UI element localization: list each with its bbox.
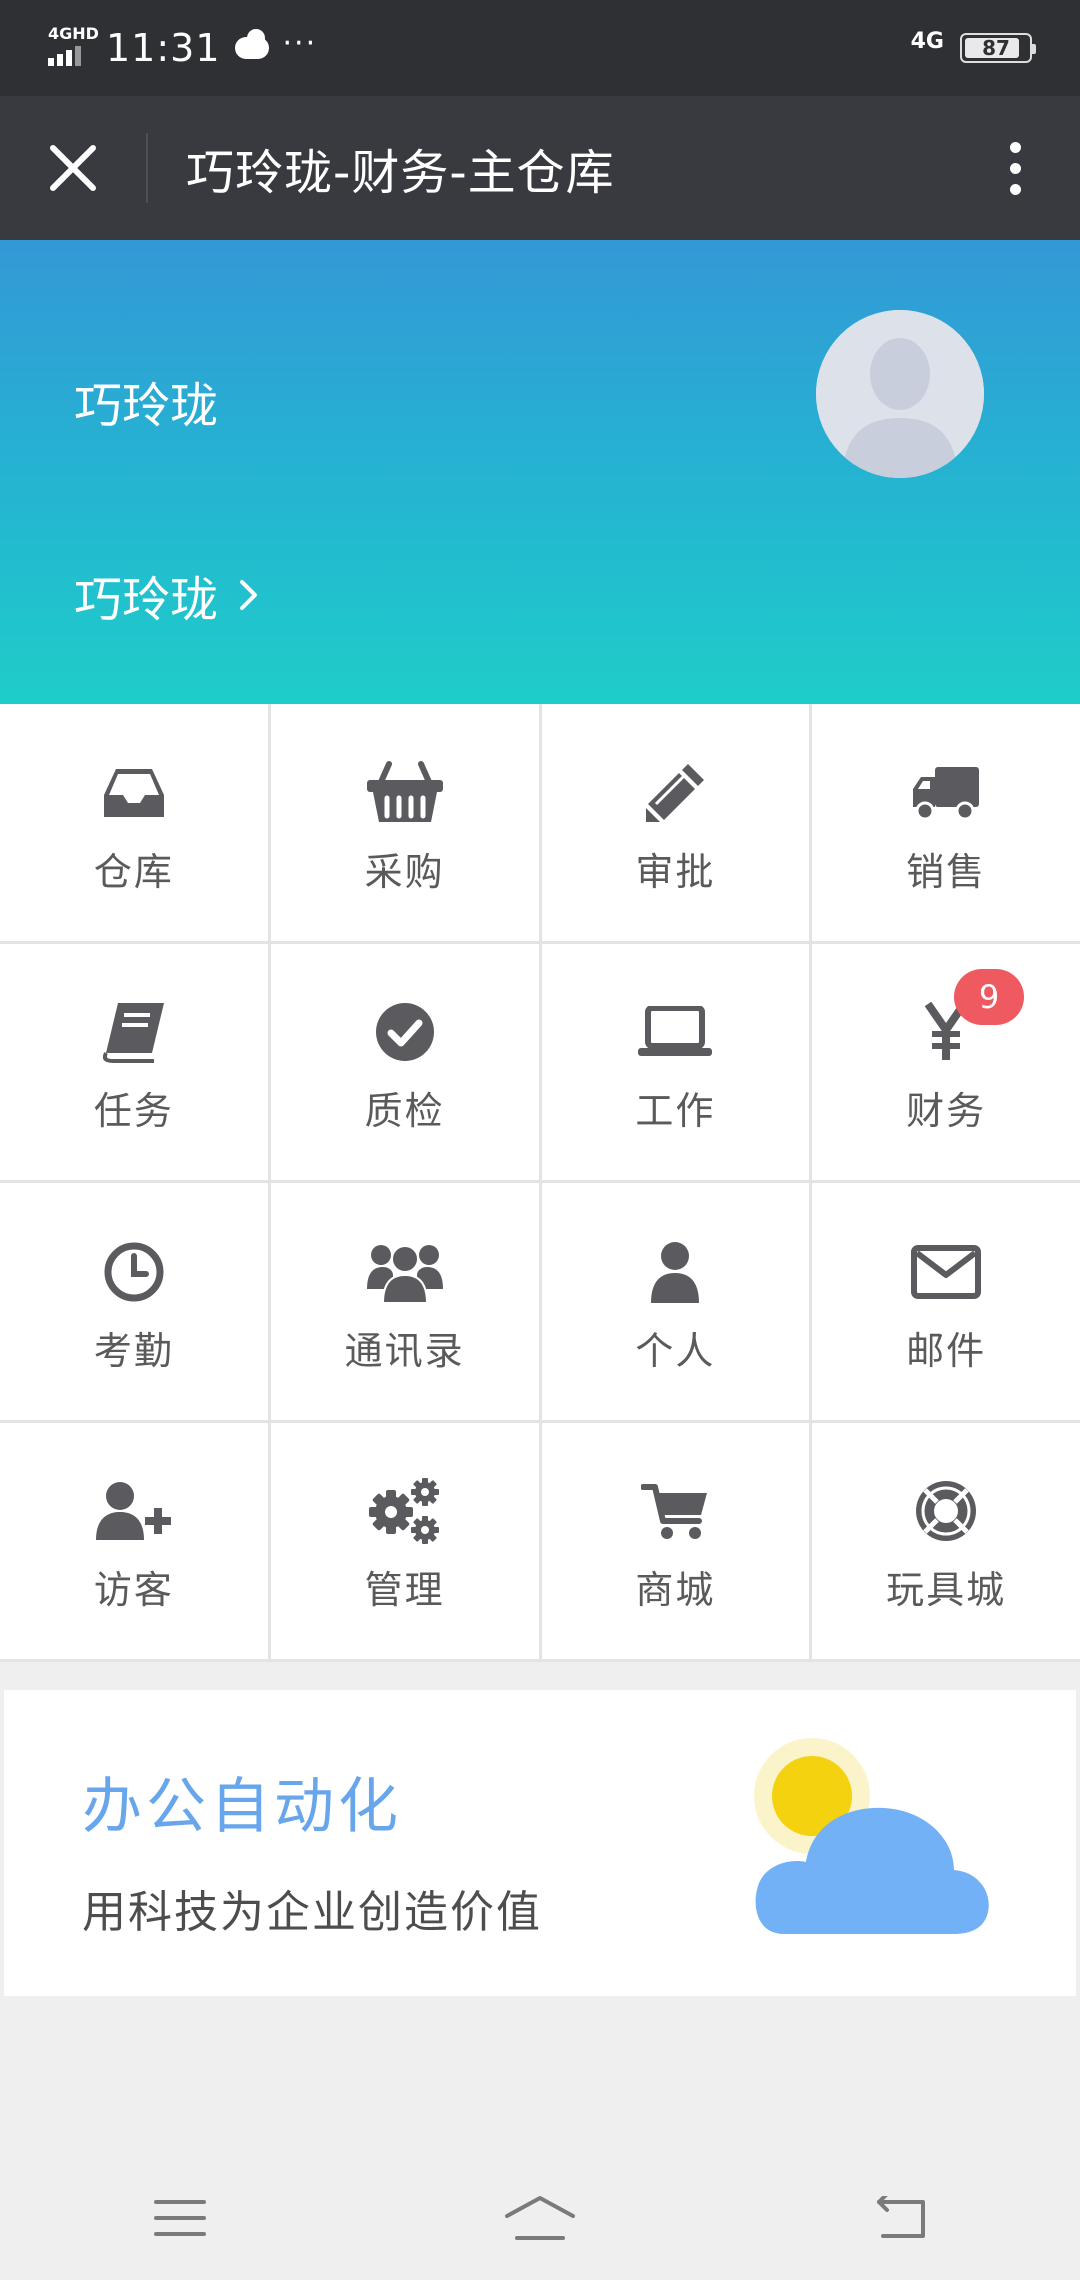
profile-link[interactable]: 巧玲珑 [74, 560, 260, 630]
truck-icon [913, 766, 980, 821]
grid-item-approval[interactable]: 审批 [541, 704, 810, 941]
check-circle-icon [375, 1003, 434, 1062]
title-divider [146, 133, 148, 203]
grid-item-label: 个人 [635, 1328, 716, 1373]
grid-item-label: 质检 [364, 1089, 445, 1134]
inbox-icon [103, 768, 164, 817]
avatar[interactable] [816, 310, 984, 478]
users-icon [366, 1244, 443, 1303]
grid-item-task[interactable]: 任务 [0, 943, 268, 1180]
clock-icon [104, 1242, 164, 1302]
grid-item-quality-check[interactable]: 质检 [270, 943, 539, 1180]
weather-cloud-icon [234, 29, 269, 59]
back-button[interactable] [830, 2168, 970, 2268]
envelope-icon [911, 1244, 982, 1299]
close-button[interactable] [0, 96, 146, 240]
grid-item-label: 通讯录 [344, 1328, 465, 1373]
status-time: 11:31 [106, 26, 221, 70]
grid-item-mall[interactable]: 商城 [541, 1422, 810, 1659]
menu-button[interactable] [110, 2168, 250, 2268]
home-button[interactable] [470, 2168, 610, 2268]
grid-item-label: 销售 [906, 849, 987, 894]
network-type: 4GHD [48, 24, 99, 43]
system-nav-bar [0, 2156, 1080, 2280]
grid-item-visitor[interactable]: 访客 [0, 1422, 268, 1659]
laptop-icon [638, 1006, 713, 1057]
more-options-button[interactable] [950, 96, 1080, 240]
user-plus-icon [95, 1482, 171, 1541]
page-title: 巧玲珑-财务-主仓库 [186, 145, 615, 201]
grid-item-mail[interactable]: 邮件 [812, 1183, 1080, 1420]
grid-item-label: 仓库 [93, 849, 174, 894]
finance-badge: 9 [954, 969, 1024, 1025]
profile-link-label: 巧玲珑 [74, 572, 219, 628]
banner-subtitle: 用科技为企业创造价值 [82, 1887, 542, 1938]
grid-item-label: 邮件 [906, 1328, 987, 1373]
more-vertical-icon [1009, 141, 1021, 153]
sun-cloud-icon [754, 1738, 989, 1934]
grid-item-label: 管理 [364, 1568, 445, 1613]
banner-title: 办公自动化 [82, 1772, 402, 1842]
grid-item-warehouse[interactable]: 仓库 [0, 704, 268, 941]
grid-item-label: 访客 [93, 1568, 174, 1613]
function-grid: 仓库 采购 审批 销售 任务 质检 工作 财务 考勤 通讯录 个人 邮件 访客 … [0, 704, 1080, 1662]
close-icon [50, 145, 96, 191]
basket-icon [366, 760, 443, 822]
banner[interactable]: 办公自动化 用科技为企业创造价值 [4, 1690, 1076, 1996]
grid-item-personal[interactable]: 个人 [541, 1183, 810, 1420]
grid-item-contacts[interactable]: 通讯录 [270, 1183, 539, 1420]
battery-icon: 87 [960, 33, 1036, 63]
network-4g-indicator: 4G [910, 29, 944, 54]
grid-item-label: 审批 [635, 849, 716, 894]
user-icon [651, 1241, 700, 1303]
more-notifications-icon: ··· [282, 25, 318, 61]
menu-icon [154, 2200, 206, 2236]
home-icon [505, 2196, 575, 2240]
grid-item-toy-city[interactable]: 玩具城 [812, 1422, 1080, 1659]
gears-icon [368, 1478, 439, 1545]
grid-item-work[interactable]: 工作 [541, 943, 810, 1180]
grid-item-manage[interactable]: 管理 [270, 1422, 539, 1659]
chevron-right-icon [240, 580, 258, 610]
grid-item-finance[interactable]: 财务 [812, 943, 1080, 1180]
grid-item-label: 考勤 [93, 1328, 174, 1373]
profile-header: 巧玲珑 巧玲珑 [0, 240, 1080, 704]
profile-name: 巧玲珑 [74, 378, 219, 434]
default-avatar-icon [816, 310, 984, 478]
status-bar: 4GHD 11:31 ··· 4G 87 [0, 0, 1080, 96]
cellular-signal-icon: 4GHD [48, 24, 99, 70]
grid-item-purchase[interactable]: 采购 [270, 704, 539, 941]
back-icon [877, 2196, 925, 2238]
battery-level: 87 [982, 36, 1010, 60]
title-bar: 巧玲珑-财务-主仓库 [0, 96, 1080, 240]
grid-item-label: 财务 [906, 1089, 987, 1134]
pencil-icon [646, 763, 705, 822]
grid-item-sales[interactable]: 销售 [812, 704, 1080, 941]
cart-icon [641, 1484, 708, 1540]
grid-item-attendance[interactable]: 考勤 [0, 1183, 268, 1420]
grid-item-label: 任务 [93, 1089, 174, 1134]
grid-item-label: 玩具城 [886, 1568, 1007, 1613]
life-ring-icon [916, 1481, 977, 1542]
grid-item-label: 商城 [635, 1568, 716, 1613]
grid-item-label: 采购 [364, 849, 445, 894]
book-icon [102, 1003, 164, 1064]
grid-item-label: 工作 [635, 1089, 716, 1134]
